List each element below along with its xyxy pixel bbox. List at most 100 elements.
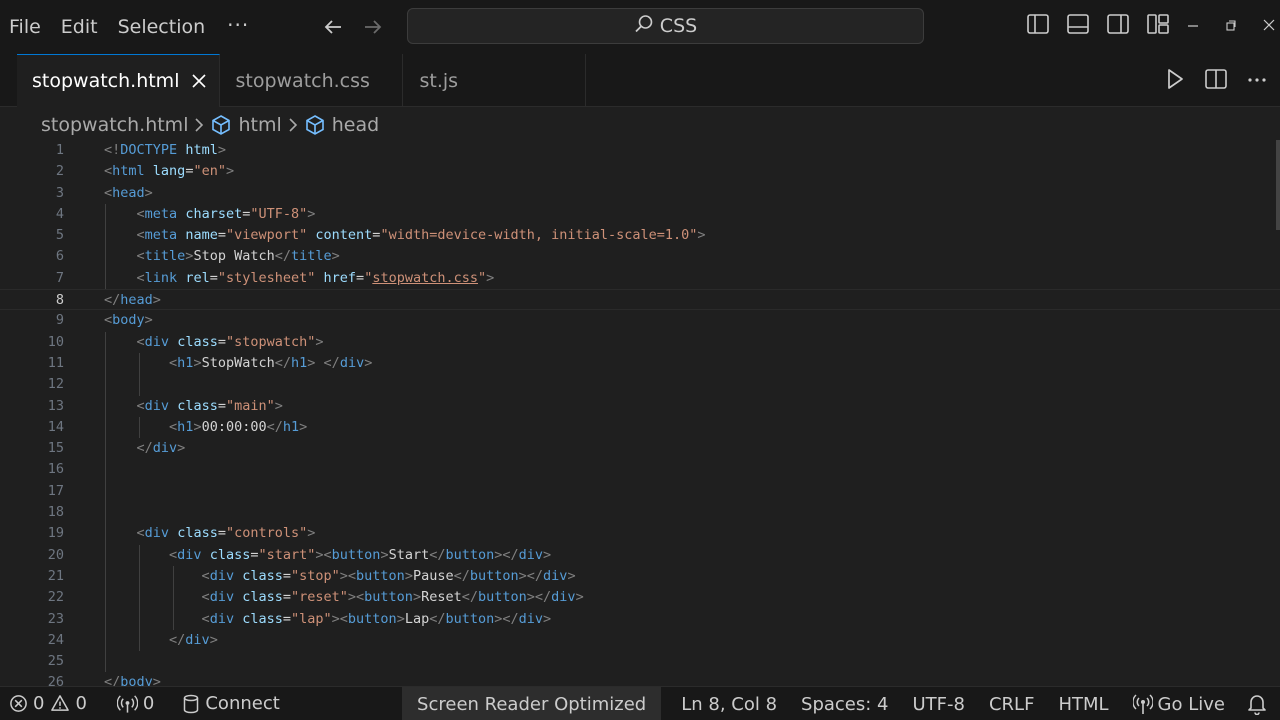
line-number: 9 — [55, 312, 64, 329]
split-editor-icon[interactable] — [1204, 67, 1228, 95]
run-play-icon[interactable] — [1164, 66, 1186, 96]
code-line: 7 <link rel="stylesheet" href="stopwatch… — [0, 267, 1280, 290]
menu-file[interactable]: File — [0, 0, 51, 54]
ports-indicator[interactable]: 0 — [109, 687, 162, 720]
title-bar: File Edit Selection ··· CSS — [0, 0, 1280, 54]
ports-count: 0 — [142, 693, 155, 714]
code-line: 6 <title>Stop Watch</title> — [0, 246, 1280, 268]
toggle-secondary-sidebar-icon[interactable] — [1106, 12, 1130, 40]
back-arrow-icon[interactable] — [313, 7, 353, 47]
editor-actions — [1164, 66, 1268, 96]
restore-icon[interactable] — [1224, 12, 1238, 44]
line-number: 13 — [47, 397, 64, 414]
code-line: 23 <div class="lap"><button>Lap</button>… — [0, 608, 1280, 630]
cursor-position[interactable]: Ln 8, Col 8 — [661, 687, 789, 720]
line-number: 20 — [47, 546, 64, 563]
line-number: 8 — [55, 292, 64, 309]
toggle-primary-sidebar-icon[interactable] — [1026, 12, 1050, 40]
tab-stopwatch-css[interactable]: stopwatch.css — [220, 54, 404, 107]
search-icon — [634, 14, 654, 38]
breadcrumb-html[interactable]: html — [210, 114, 282, 136]
code-text: <div class="controls"> — [136, 525, 316, 542]
tab-label: st.js — [419, 69, 459, 92]
command-center-search[interactable]: CSS — [407, 8, 924, 44]
go-live-label: Go Live — [1157, 693, 1225, 715]
tab-st-js[interactable]: st.js — [403, 54, 587, 107]
more-actions-icon[interactable] — [1246, 67, 1268, 95]
customize-layout-icon[interactable] — [1146, 12, 1170, 40]
line-number: 6 — [55, 248, 64, 265]
code-line: 15 </div> — [0, 438, 1280, 460]
breadcrumb-file[interactable]: stopwatch.html — [41, 114, 188, 136]
line-number: 17 — [47, 482, 64, 499]
file-encoding[interactable]: UTF-8 — [901, 687, 977, 720]
status-right-group: Screen Reader Optimized Ln 8, Col 8 Spac… — [402, 687, 1280, 720]
line-number: 10 — [47, 333, 64, 350]
code-line: 9 <body> — [0, 310, 1280, 331]
code-text: <link rel="stylesheet" href="stopwatch.c… — [136, 269, 495, 286]
indentation[interactable]: Spaces: 4 — [789, 687, 900, 720]
menu-more-button[interactable]: ··· — [215, 0, 263, 54]
code-line: 20 <div class="start"><button>Start</but… — [0, 544, 1280, 566]
breadcrumb-label: head — [331, 114, 380, 136]
problems-indicator[interactable]: 0 0 — [0, 687, 95, 720]
line-number: 26 — [47, 674, 64, 686]
line-number: 16 — [47, 461, 64, 478]
code-line: 21 <div class="stop"><button>Pause</butt… — [0, 565, 1280, 588]
menu-selection[interactable]: Selection — [108, 0, 216, 54]
close-icon[interactable] — [191, 73, 207, 89]
breadcrumb-head[interactable]: head — [304, 114, 379, 136]
code-line: 14 <h1>00:00:00</h1> — [0, 416, 1280, 439]
screen-reader-mode[interactable]: Screen Reader Optimized — [402, 687, 662, 720]
language-mode[interactable]: HTML — [1046, 687, 1120, 720]
line-number: 21 — [47, 567, 64, 584]
line-number: 23 — [47, 610, 64, 627]
error-count: 0 — [33, 693, 45, 714]
cube-symbol-icon — [305, 115, 324, 135]
go-live-button[interactable]: Go Live — [1121, 687, 1237, 720]
editor-scrollbar[interactable] — [1276, 140, 1280, 230]
code-line: 12 — [0, 374, 1280, 396]
code-text: <h1>00:00:00</h1> — [169, 418, 308, 435]
broadcast-icon — [1132, 694, 1153, 714]
tab-label: stopwatch.html — [32, 70, 180, 92]
code-text: <div class="reset"><button>Reset</button… — [201, 589, 584, 606]
code-text: <html lang="en"> — [104, 163, 235, 180]
navigation-controls — [313, 7, 393, 47]
close-window-icon[interactable] — [1262, 12, 1276, 44]
editor-tab-bar: stopwatch.html stopwatch.css st.js — [0, 54, 1280, 107]
breadcrumb: stopwatch.html html head — [41, 110, 379, 140]
tab-stopwatch-html[interactable]: stopwatch.html — [17, 54, 221, 107]
forward-arrow-icon[interactable] — [353, 7, 393, 47]
line-number: 15 — [47, 440, 64, 457]
code-line-current: 8 </head> — [0, 289, 1280, 311]
tab-label: stopwatch.css — [235, 69, 370, 92]
connect-button[interactable]: Connect — [174, 687, 287, 720]
code-line: 5 <meta name="viewport" content="width=d… — [0, 225, 1280, 247]
broadcast-icon — [116, 694, 138, 713]
code-line: 24 </div> — [0, 629, 1280, 652]
line-number: 1 — [55, 142, 64, 158]
code-editor[interactable]: 1 <!DOCTYPE html> 2 <html lang="en"> 3 <hea… — [0, 140, 1280, 686]
code-text: </head> — [104, 292, 161, 309]
code-line: 22 <div class="reset"><button>Reset</but… — [0, 587, 1280, 609]
line-number: 12 — [47, 376, 64, 393]
code-text: <head> — [104, 184, 153, 201]
code-line: 11 <h1>StopWatch</h1> </div> — [0, 352, 1280, 375]
menu-edit[interactable]: Edit — [51, 0, 108, 54]
error-icon — [10, 695, 27, 712]
minimize-icon[interactable] — [1186, 12, 1200, 44]
toggle-panel-icon[interactable] — [1066, 12, 1090, 40]
code-line: 4 <meta charset="UTF-8"> — [0, 203, 1280, 226]
code-text: </div> — [169, 631, 218, 648]
line-number: 5 — [55, 227, 64, 244]
warning-count: 0 — [75, 693, 87, 714]
code-text: <meta name="viewport" content="width=dev… — [136, 227, 706, 244]
line-number: 7 — [55, 269, 64, 286]
bell-icon[interactable] — [1237, 687, 1280, 720]
code-text: <div class="start"><button>Start</button… — [169, 546, 552, 563]
code-line: 26 </body> — [0, 672, 1280, 686]
end-of-line[interactable]: CRLF — [977, 687, 1046, 720]
line-number: 11 — [47, 354, 64, 371]
code-line: 16 — [0, 459, 1280, 481]
